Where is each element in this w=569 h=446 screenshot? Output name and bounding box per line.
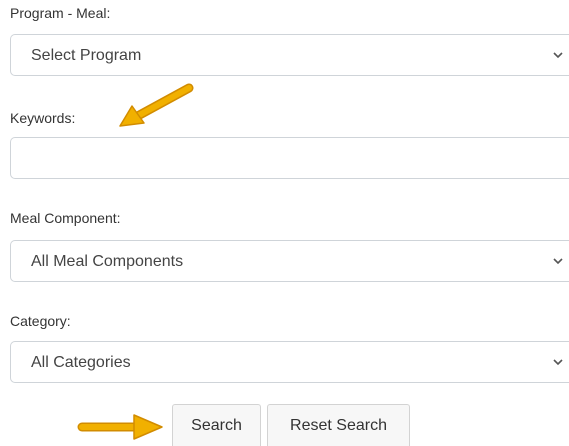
category-select[interactable]: All Categories (10, 341, 569, 383)
chevron-down-icon (553, 257, 563, 265)
annotation-arrow-icon (77, 414, 163, 440)
reset-search-button[interactable]: Reset Search (267, 404, 410, 446)
program-select-value: Select Program (31, 47, 142, 64)
keywords-input[interactable] (10, 137, 569, 179)
chevron-down-icon (553, 358, 563, 366)
program-meal-label: Program - Meal: (10, 5, 111, 21)
search-form: Program - Meal: Select Program Keywords:… (0, 0, 569, 446)
program-select[interactable]: Select Program (10, 34, 569, 76)
annotation-arrow-icon (119, 83, 194, 127)
chevron-down-icon (553, 51, 563, 59)
meal-component-select[interactable]: All Meal Components (10, 240, 569, 282)
category-select-value: All Categories (31, 354, 131, 371)
category-label: Category: (10, 313, 71, 329)
meal-component-select-value: All Meal Components (31, 253, 184, 270)
search-button[interactable]: Search (172, 404, 261, 446)
keywords-label: Keywords: (10, 110, 76, 126)
meal-component-label: Meal Component: (10, 210, 121, 226)
